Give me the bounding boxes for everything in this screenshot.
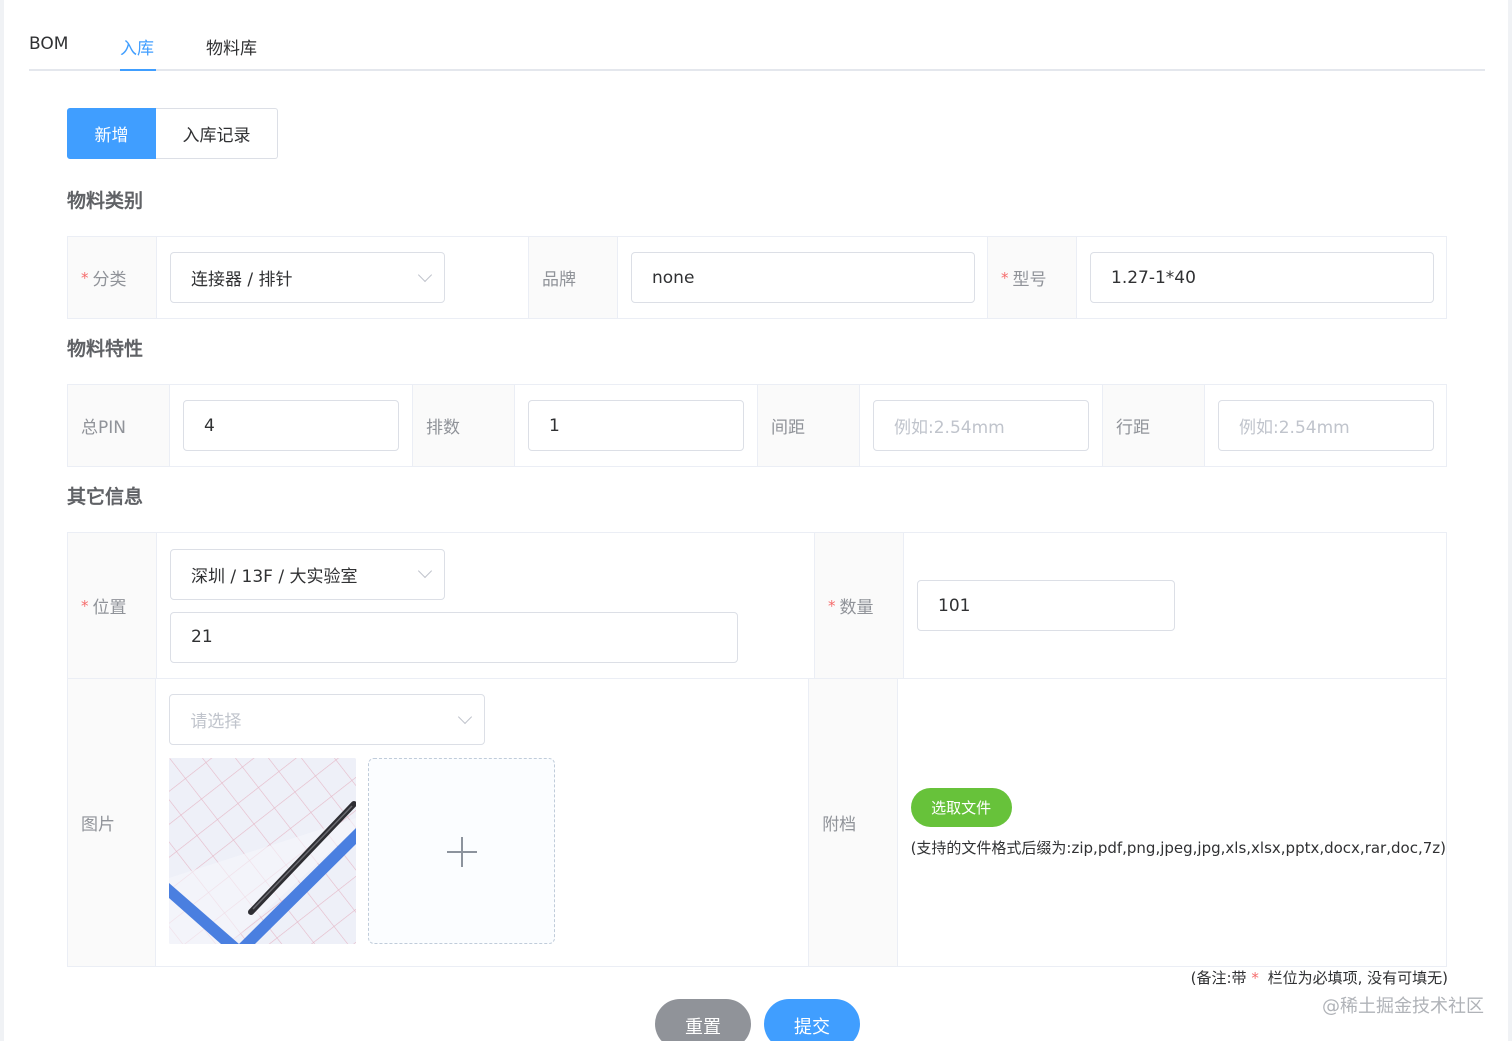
pitch-cell: 例如:2.54mm [860,385,1103,466]
location-cell: 深圳 / 13F / 大实验室 21 [157,533,815,678]
rows-input[interactable]: 1 [528,400,744,451]
pin-cell: 4 [170,385,413,466]
required-mark: * [828,596,836,615]
rows-label-text: 排数 [426,418,460,438]
image-select[interactable]: 请选择 [169,694,486,745]
row-pitch-label-text: 行距 [1116,418,1150,438]
connector-photo [169,758,357,944]
mode-button-group: 新增 入库记录 [67,108,278,159]
classify-select[interactable]: 连接器 / 排针 [170,252,445,303]
classify-label-text: 分类 [92,270,127,290]
tab-inbound[interactable]: 入库 [120,34,154,59]
brand-input[interactable]: none [631,252,975,303]
chevron-down-icon [417,563,433,579]
model-input[interactable]: 1.27-1*40 [1090,252,1434,303]
tab-material-library[interactable]: 物料库 [206,34,257,59]
other-table: * 位置 深圳 / 13F / 大实验室 21 * 数量 101 图片 请选择 … [67,532,1447,967]
rows-label: 排数 [413,385,515,466]
classify-cell: 连接器 / 排针 [157,237,529,318]
note-prefix: (备注:带 [1190,969,1247,987]
plus-icon [461,837,464,867]
image-cell: 请选择 [156,679,810,966]
pitch-input[interactable]: 例如:2.54mm [873,400,1089,451]
attachment-hint: (支持的文件格式后缀为:zip,pdf,png,jpeg,jpg,xls,xls… [910,838,1446,857]
section-title-traits: 物料特性 [67,338,144,360]
location-detail-input[interactable]: 21 [170,611,738,663]
row-pitch-label: 行距 [1103,385,1205,466]
page-edge [1508,0,1512,1041]
row-pitch-input[interactable]: 例如:2.54mm [1218,400,1434,451]
pin-input[interactable]: 4 [183,400,399,451]
page-edge [0,0,4,1041]
pin-label: 总PIN [68,385,170,466]
tab-bom[interactable]: BOM [29,34,68,54]
model-cell: 1.27-1*40 [1077,237,1446,318]
brand-cell: none [618,237,988,318]
location-label-text: 位置 [92,598,127,618]
section-title-category: 物料类别 [67,190,144,212]
other-row: 图片 请选择 附档 选取文件 (支持的文件格式后缀为:zip,pdf,png,j… [68,679,1446,966]
pitch-label: 间距 [758,385,860,466]
chevron-down-icon [417,267,433,282]
location-label: * 位置 [68,533,157,678]
watermark: @稀土掘金技术社区 [1322,996,1484,1017]
classify-value: 连接器 / 排针 [191,270,293,290]
model-label: * 型号 [988,237,1077,318]
model-label-text: 型号 [1012,270,1047,290]
rows-value: 1 [549,415,560,436]
attachment-label-text: 附档 [822,815,857,835]
required-mark: * [81,268,89,287]
rows-cell: 1 [515,385,758,466]
note-suffix: 栏位为必填项, 没有可填无) [1267,969,1448,987]
required-mark: * [1001,268,1009,287]
location-select[interactable]: 深圳 / 13F / 大实验室 [170,548,445,600]
reset-button[interactable]: 重置 [655,999,751,1041]
upload-add-button[interactable] [368,758,556,944]
row-pitch-placeholder: 例如:2.54mm [1239,418,1350,438]
quantity-cell: 101 [904,533,1446,678]
quantity-label: * 数量 [815,533,904,678]
image-label: 图片 [68,679,157,966]
attachment-label: 附档 [809,679,898,966]
other-row: * 位置 深圳 / 13F / 大实验室 21 * 数量 101 [68,533,1446,679]
quantity-value: 101 [938,595,971,616]
quantity-input[interactable]: 101 [917,580,1175,631]
required-mark: * [81,596,89,615]
brand-label: 品牌 [529,237,618,318]
tab-bar: BOM 入库 物料库 [29,22,1485,71]
row-pitch-cell: 例如:2.54mm [1205,385,1446,466]
required-mark: * [1251,969,1259,987]
pin-value: 4 [204,415,215,436]
section-title-other: 其它信息 [67,486,144,508]
chevron-down-icon [458,709,473,724]
uploaded-image-thumbnail[interactable] [169,758,357,944]
brand-label-text: 品牌 [542,270,576,290]
traits-table: 总PIN 4 排数 1 间距 例如:2.54mm 行距 例如:2.54mm [67,384,1447,467]
image-select-placeholder: 请选择 [190,712,242,732]
submit-button[interactable]: 提交 [764,999,860,1041]
tab-active-indicator [120,69,156,71]
location-value: 深圳 / 13F / 大实验室 [191,566,358,587]
required-note: (备注:带 * 栏位为必填项, 没有可填无) [1191,967,1448,988]
attachment-cell: 选取文件 (支持的文件格式后缀为:zip,pdf,png,jpeg,jpg,xl… [898,679,1446,966]
brand-value: none [652,267,695,288]
pin-label-text: 总PIN [81,418,126,438]
category-table: * 分类 连接器 / 排针 品牌 none * 型号 1.27-1*40 [67,236,1447,319]
upload-list [169,758,556,944]
new-button[interactable]: 新增 [67,108,156,159]
inbound-records-button[interactable]: 入库记录 [156,108,278,159]
model-value: 1.27-1*40 [1111,267,1196,288]
classify-label: * 分类 [68,237,157,318]
choose-file-button[interactable]: 选取文件 [910,787,1012,827]
location-detail-value: 21 [191,627,213,647]
pitch-placeholder: 例如:2.54mm [894,418,1005,438]
pitch-label-text: 间距 [771,418,805,438]
image-label-text: 图片 [81,815,115,835]
quantity-label-text: 数量 [839,598,874,618]
